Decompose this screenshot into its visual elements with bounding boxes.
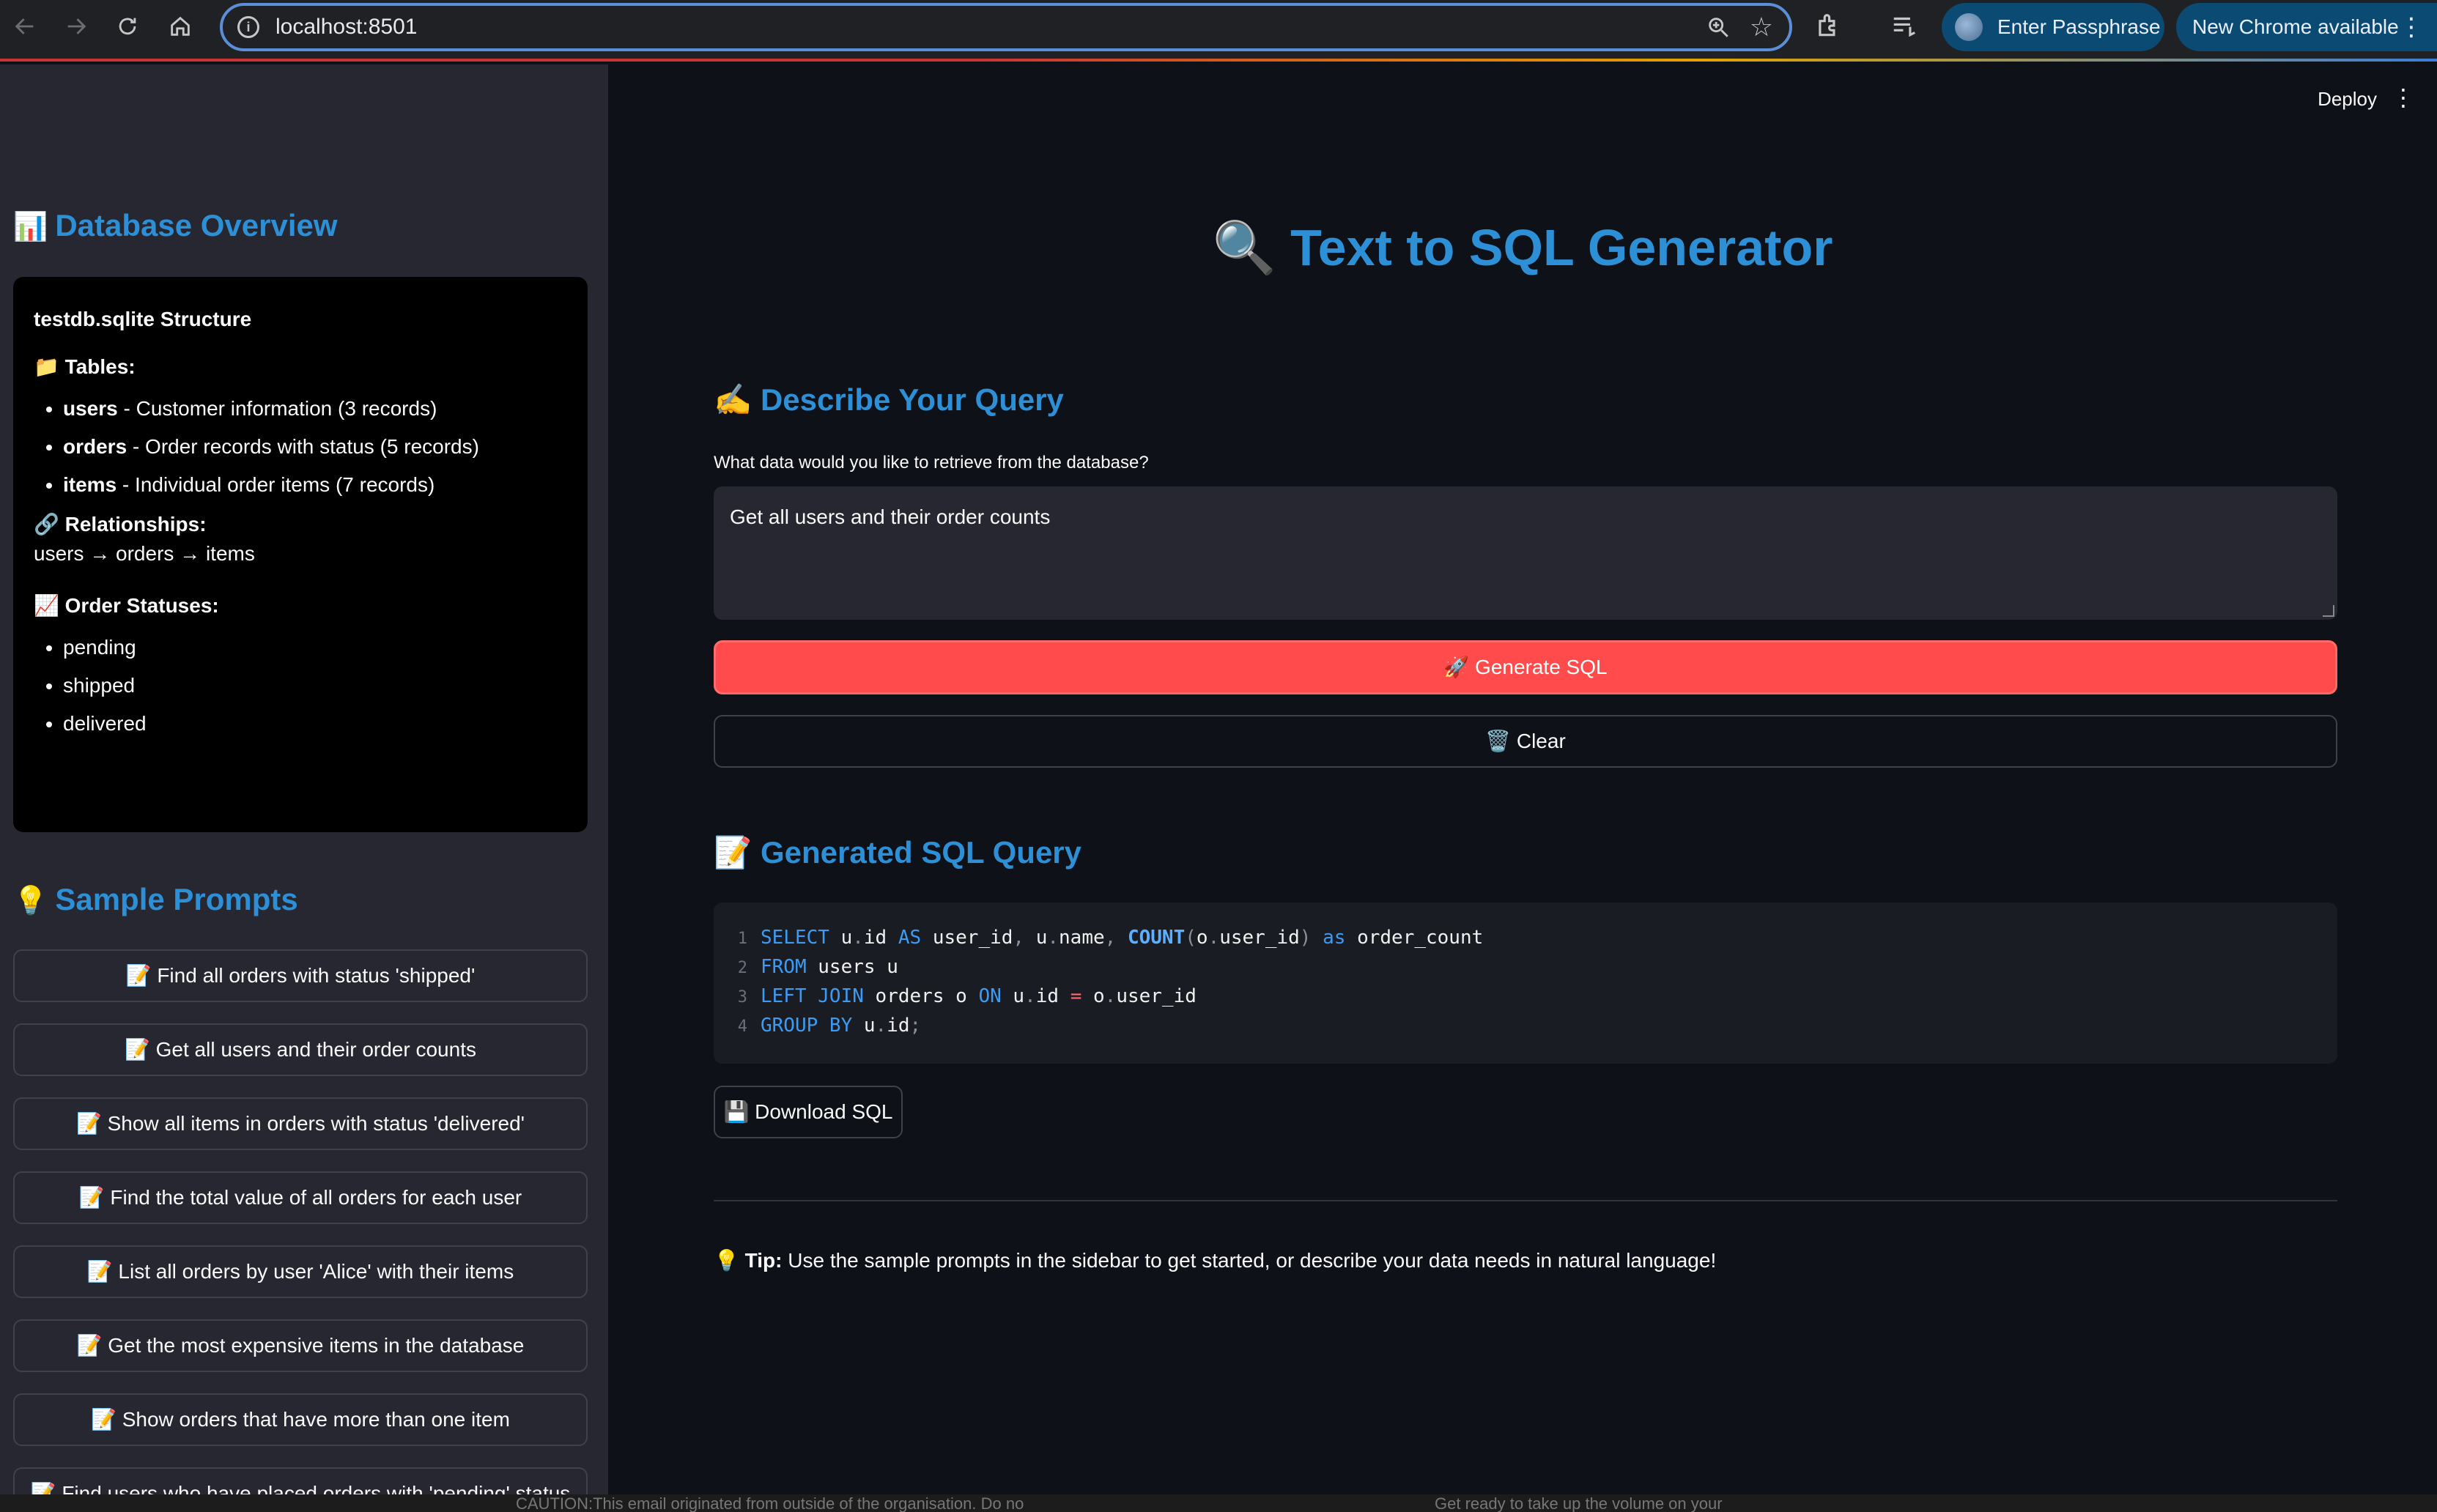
sample-prompt-button[interactable]: 📝 Find all orders with status 'shipped' [13, 949, 588, 1002]
tip-body: Use the sample prompts in the sidebar to… [782, 1249, 1717, 1272]
media-controls-icon[interactable] [1890, 12, 1918, 43]
tables-label: 📁 Tables: [34, 355, 136, 378]
status-item: delivered [63, 713, 567, 735]
tables-list: users - Customer information (3 records)… [34, 398, 567, 496]
tip-label: Tip: [744, 1249, 783, 1272]
db-structure-title: testdb.sqlite Structure [34, 308, 252, 330]
passphrase-button[interactable]: Enter Passphrase [1942, 3, 2164, 51]
query-field-label: What data would you like to retrieve fro… [714, 453, 1149, 472]
reload-icon[interactable] [113, 12, 142, 41]
sample-prompt-button[interactable]: 📝 Find the total value of all orders for… [13, 1171, 588, 1224]
code-line: 1 SELECT u.id AS user_id, u.name, COUNT(o… [737, 927, 1484, 949]
update-label: New Chrome available [2192, 15, 2399, 38]
relationships-text: users → orders → items [34, 542, 255, 565]
site-info-icon[interactable]: i [237, 16, 259, 38]
table-item-orders: orders - Order records with status (5 re… [63, 436, 567, 458]
chrome-menu-icon[interactable]: ⋮ [2399, 3, 2424, 51]
sql-code-block: 1 SELECT u.id AS user_id, u.name, COUNT(o… [714, 903, 2337, 1064]
generated-sql-heading: 📝 Generated SQL Query [714, 835, 1082, 870]
tip-lightbulb-icon: 💡 [714, 1249, 739, 1272]
table-item-users: users - Customer information (3 records) [63, 398, 567, 420]
sample-prompt-button[interactable]: 📝 Get the most expensive items in the da… [13, 1319, 588, 1372]
db-structure-card: testdb.sqlite Structure 📁 Tables: users … [13, 277, 588, 832]
page-title: 🔍 Text to SQL Generator [1212, 219, 1833, 276]
code-line: 3 LEFT JOIN orders o ON u.id = o.user_id [737, 985, 1197, 1007]
browser-toolbar: i localhost:8501 ☆ Enter Passphrase New … [0, 0, 2437, 62]
db-overview-heading: 📊 Database Overview [13, 208, 338, 243]
chrome-update-button[interactable]: New Chrome available ⋮ [2176, 3, 2437, 51]
relationships-label: 🔗 Relationships: [34, 513, 207, 536]
sample-prompts-text: Sample Prompts [55, 882, 298, 916]
status-item: pending [63, 637, 567, 659]
code-line: 4 GROUP BY u.id; [737, 1015, 922, 1037]
sample-prompt-button[interactable]: 📝 Get all users and their order counts [13, 1023, 588, 1076]
code-line: 2 FROM users u [737, 956, 898, 978]
passphrase-label: Enter Passphrase [1997, 15, 2161, 38]
sidebar: 📊 Database Overview testdb.sqlite Structu… [0, 64, 608, 1512]
sample-prompt-button[interactable]: 📝 List all orders by user 'Alice' with t… [13, 1245, 588, 1298]
divider [714, 1200, 2337, 1201]
address-bar[interactable]: i localhost:8501 ☆ [220, 3, 1792, 51]
resize-handle-icon[interactable] [2323, 605, 2334, 617]
url-text: localhost:8501 [275, 15, 418, 39]
forward-icon[interactable] [62, 12, 91, 41]
notification-text: Get ready to take up the volume on your [1435, 1494, 1723, 1512]
app-menu-icon[interactable]: ⋮ [2392, 84, 2415, 111]
caution-text: CAUTION:This email originated from outsi… [516, 1494, 1024, 1512]
statuses-list: pending shipped delivered [34, 637, 567, 735]
toolbar-accent-line [0, 59, 2437, 62]
clear-button[interactable]: 🗑️ Clear [714, 715, 2337, 768]
describe-query-heading: ✍️ Describe Your Query [714, 382, 1064, 417]
deploy-button[interactable]: Deploy [2318, 88, 2377, 111]
profile-globe-icon [1955, 13, 1983, 41]
sample-prompts-heading: 💡 Sample Prompts [13, 882, 298, 917]
zoom-icon[interactable] [1706, 15, 1731, 43]
status-item: shipped [63, 675, 567, 697]
sample-prompt-button[interactable]: 📝 Show all items in orders with status '… [13, 1097, 588, 1150]
table-item-items: items - Individual order items (7 record… [63, 474, 567, 496]
main-content: Deploy ⋮ 🔍 Text to SQL Generator ✍️ Desc… [608, 64, 2437, 1512]
bookmark-star-icon[interactable]: ☆ [1750, 12, 1773, 42]
tip-text: 💡 Tip: Use the sample prompts in the sid… [714, 1248, 1716, 1272]
bar-chart-icon: 📊 [13, 212, 48, 242]
sample-prompt-button[interactable]: 📝 Show orders that have more than one it… [13, 1393, 588, 1446]
notification-strip: CAUTION:This email originated from outsi… [0, 1494, 2437, 1512]
download-sql-button[interactable]: 💾 Download SQL [714, 1086, 903, 1138]
extensions-icon[interactable] [1814, 12, 1842, 43]
statuses-label: 📈 Order Statuses: [34, 594, 219, 617]
query-value: Get all users and their order counts [730, 505, 1051, 528]
back-icon[interactable] [10, 12, 40, 41]
lightbulb-icon: 💡 [13, 886, 48, 916]
query-textarea[interactable]: Get all users and their order counts [714, 486, 2337, 620]
db-overview-text: Database Overview [55, 208, 338, 242]
generate-sql-button[interactable]: 🚀 Generate SQL [714, 640, 2337, 694]
home-icon[interactable] [166, 12, 195, 41]
